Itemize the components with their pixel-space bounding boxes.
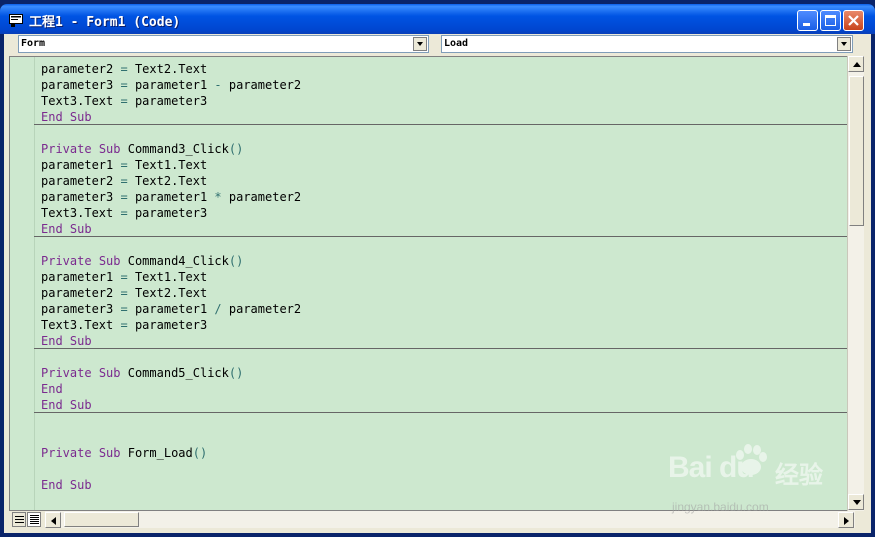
margin-indicator-bar[interactable] [10,57,35,510]
scroll-right-icon[interactable] [838,512,854,528]
procedure-view-icon [15,516,24,523]
close-icon [848,15,859,26]
code-line[interactable]: End Sub [41,477,92,493]
procedure-separator [34,348,850,349]
procedure-view-button[interactable] [12,512,26,527]
code-line[interactable]: Text3.Text = parameter3 [41,317,207,333]
minimize-button[interactable] [797,10,818,31]
title-bar[interactable]: 工程1 - Form1 (Code) [0,4,875,34]
baidu-paw-icon [736,444,767,475]
code-line[interactable]: Private Sub Command5_Click() [41,365,243,381]
code-window-icon [9,12,23,27]
code-line[interactable]: parameter2 = Text2.Text [41,285,207,301]
horizontal-scroll-thumb[interactable] [64,512,139,527]
code-line[interactable]: End Sub [41,221,92,237]
maximize-button[interactable] [820,10,841,31]
procedure-combo-value: Load [444,38,469,49]
procedure-separator [34,236,850,237]
full-module-view-button[interactable] [27,512,41,527]
code-line[interactable]: Private Sub Command4_Click() [41,253,243,269]
code-editor[interactable]: parameter2 = Text2.Text parameter3 = para… [9,56,850,511]
code-line[interactable]: parameter2 = Text2.Text [41,61,207,77]
procedure-separator [34,124,850,125]
code-line[interactable]: Text3.Text = parameter3 [41,93,207,109]
full-module-view-icon [30,515,39,524]
code-line[interactable]: parameter3 = parameter1 / parameter2 [41,301,301,317]
code-line[interactable]: End [41,381,63,397]
procedure-combo[interactable]: Load [441,35,853,53]
code-line[interactable]: Private Sub Form_Load() [41,445,207,461]
watermark-url: jingyan.baidu.com [672,500,769,514]
code-line[interactable]: parameter2 = Text2.Text [41,173,207,189]
object-combo-value: Form [21,38,46,49]
code-line[interactable]: Text3.Text = parameter3 [41,205,207,221]
scroll-up-icon[interactable] [848,56,864,72]
scroll-down-icon[interactable] [848,494,864,510]
code-line[interactable]: parameter1 = Text1.Text [41,269,207,285]
vertical-scrollbar[interactable] [847,56,864,511]
baidu-jingyan-watermark: Bai du 经验 jingyan.baidu.com [668,444,838,515]
minimize-icon [803,23,810,26]
dropdown-arrow-icon[interactable] [837,37,851,51]
procedure-separator [34,412,850,413]
code-window: 工程1 - Form1 (Code) Form Load parameter2 … [0,0,875,537]
maximize-icon [825,15,836,26]
code-line[interactable]: parameter1 = Text1.Text [41,157,207,173]
code-line[interactable]: parameter3 = parameter1 * parameter2 [41,189,301,205]
vertical-scroll-thumb[interactable] [849,76,864,226]
object-combo[interactable]: Form [18,35,429,53]
window-title: 工程1 - Form1 (Code) [29,15,181,30]
watermark-cn: 经验 [775,461,823,489]
code-line[interactable]: Private Sub Command3_Click() [41,141,243,157]
code-line[interactable]: End Sub [41,109,92,125]
scroll-left-icon[interactable] [45,512,61,528]
dropdown-arrow-icon[interactable] [413,37,427,51]
close-button[interactable] [843,10,864,31]
code-line[interactable]: End Sub [41,397,92,413]
code-line[interactable]: parameter3 = parameter1 - parameter2 [41,77,301,93]
code-line[interactable]: End Sub [41,333,92,349]
